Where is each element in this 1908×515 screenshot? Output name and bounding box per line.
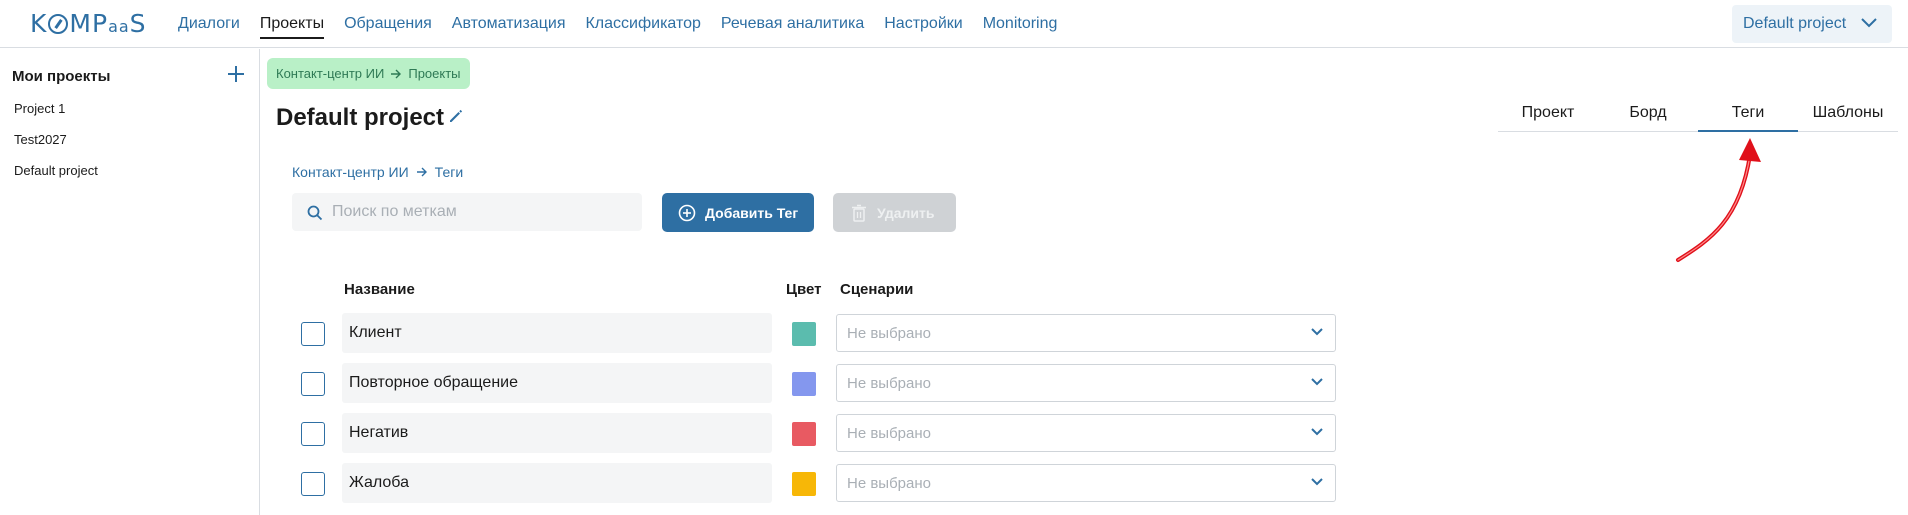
table-row: Повторное обращение Не выбрано xyxy=(0,363,1908,403)
tab-project[interactable]: Проект xyxy=(1498,104,1598,122)
nav-item-projects[interactable]: Проекты xyxy=(259,15,325,39)
scenarios-select-value: Не выбрано xyxy=(847,474,931,492)
trash-icon xyxy=(852,204,866,222)
add-tag-label: Добавить Тег xyxy=(705,204,799,221)
scenarios-select-value: Не выбрано xyxy=(847,374,931,392)
scenarios-select[interactable]: Не выбрано xyxy=(836,414,1336,452)
row-checkbox[interactable] xyxy=(301,322,325,346)
chevron-down-icon xyxy=(1311,328,1323,336)
nav-item-requests[interactable]: Обращения xyxy=(344,15,432,39)
nav-item-dialogs[interactable]: Диалоги xyxy=(178,15,240,39)
arrow-right-icon xyxy=(416,167,427,177)
tags-breadcrumb-contact-center[interactable]: Контакт-центр ИИ xyxy=(292,164,409,180)
pencil-edit-icon[interactable] xyxy=(447,107,465,125)
tag-color-swatch[interactable] xyxy=(792,372,816,396)
chevron-down-icon xyxy=(1311,478,1323,486)
row-checkbox[interactable] xyxy=(301,472,325,496)
tags-breadcrumb-tags[interactable]: Теги xyxy=(435,164,463,180)
top-navbar: K MPaaS Диалоги Проекты Обращения Автомат… xyxy=(0,0,1908,48)
arrow-right-icon xyxy=(391,69,402,78)
project-selector[interactable]: Default project xyxy=(1732,5,1892,43)
table-row: Негатив Не выбрано xyxy=(0,413,1908,453)
row-checkbox[interactable] xyxy=(301,422,325,446)
tab-tags[interactable]: Теги xyxy=(1698,104,1798,132)
chevron-down-icon xyxy=(1861,18,1877,28)
breadcrumb: Контакт-центр ИИ Проекты xyxy=(267,58,470,89)
page-title: Default project xyxy=(276,104,445,131)
annotation-arrow-icon xyxy=(1676,138,1761,262)
nav-item-speech-analytics[interactable]: Речевая аналитика xyxy=(721,15,864,39)
column-header-name: Название xyxy=(344,281,415,298)
tab-templates[interactable]: Шаблоны xyxy=(1798,104,1898,122)
scenarios-select[interactable]: Не выбрано xyxy=(836,464,1336,502)
main-nav: Диалоги Проекты Обращения Автоматизация … xyxy=(178,15,1077,39)
delete-label: Удалить xyxy=(877,204,935,221)
scenarios-select[interactable]: Не выбрано xyxy=(836,314,1336,352)
scenarios-select-value: Не выбрано xyxy=(847,324,931,342)
sidebar-item-test2027[interactable]: Test2027 xyxy=(14,132,98,163)
scenarios-select-value: Не выбрано xyxy=(847,424,931,442)
chevron-down-icon xyxy=(1311,378,1323,386)
scenarios-select[interactable]: Не выбрано xyxy=(836,364,1336,402)
project-selector-label: Default project xyxy=(1743,15,1847,32)
tag-name-field[interactable]: Клиент xyxy=(342,313,772,353)
sidebar-title: Мои проекты xyxy=(12,68,111,85)
nav-item-monitoring[interactable]: Monitoring xyxy=(983,15,1058,39)
search-icon xyxy=(307,205,323,221)
plus-circle-icon xyxy=(678,204,696,221)
sidebar-item-default-project[interactable]: Default project xyxy=(14,163,98,194)
tag-name-field[interactable]: Повторное обращение xyxy=(342,363,772,403)
delete-button[interactable]: Удалить xyxy=(833,193,956,232)
chevron-down-icon xyxy=(1311,428,1323,436)
breadcrumb-contact-center[interactable]: Контакт-центр ИИ xyxy=(276,66,384,81)
sidebar-item-project-1[interactable]: Project 1 xyxy=(14,101,98,132)
add-tag-button[interactable]: Добавить Тег xyxy=(662,193,814,232)
breadcrumb-projects[interactable]: Проекты xyxy=(408,66,460,81)
tags-breadcrumb: Контакт-центр ИИ Теги xyxy=(292,164,463,180)
tab-board[interactable]: Борд xyxy=(1598,104,1698,122)
add-project-plus-icon[interactable] xyxy=(226,64,246,84)
tag-color-swatch[interactable] xyxy=(792,422,816,446)
column-header-color: Цвет xyxy=(786,281,822,298)
tag-color-swatch[interactable] xyxy=(792,472,816,496)
column-header-scenarios: Сценарии xyxy=(840,281,914,298)
kompaas-logo[interactable]: K MPaaS xyxy=(30,9,147,38)
tag-name-field[interactable]: Жалоба xyxy=(342,463,772,503)
project-tabs: Проект Борд Теги Шаблоны xyxy=(1498,98,1898,132)
tag-name-field[interactable]: Негатив xyxy=(342,413,772,453)
table-row: Жалоба Не выбрано xyxy=(0,463,1908,503)
row-checkbox[interactable] xyxy=(301,372,325,396)
nav-item-settings[interactable]: Настройки xyxy=(884,15,962,39)
table-row: Клиент Не выбрано xyxy=(0,313,1908,353)
tag-search-input[interactable] xyxy=(292,193,642,231)
tag-color-swatch[interactable] xyxy=(792,322,816,346)
nav-item-automation[interactable]: Автоматизация xyxy=(452,15,566,39)
sidebar-project-list: Project 1 Test2027 Default project xyxy=(14,101,98,194)
nav-item-classifier[interactable]: Классификатор xyxy=(585,15,700,39)
